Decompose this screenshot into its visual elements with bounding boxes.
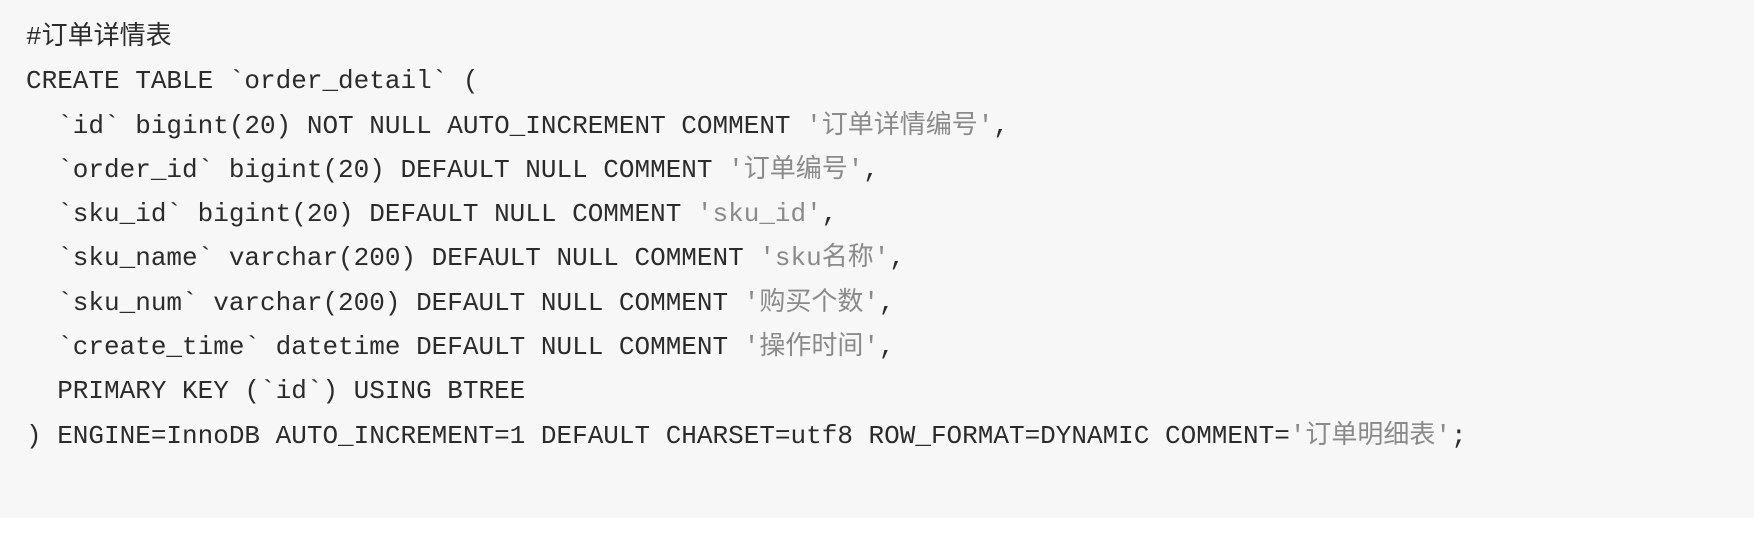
code-token: , [863, 154, 879, 185]
code-token: `order_id` bigint(20) DEFAULT NULL COMME… [26, 154, 729, 185]
code-token: `sku_id` bigint(20) DEFAULT NULL COMMENT [26, 199, 697, 230]
code-token: `create_time` datetime DEFAULT NULL COMM… [26, 332, 744, 363]
code-token: , [889, 243, 905, 274]
code-line: PRIMARY KEY (`id`) USING BTREE [26, 369, 1754, 413]
string-literal: '订单详情编号' [806, 110, 994, 141]
code-line: `id` bigint(20) NOT NULL AUTO_INCREMENT … [26, 104, 1754, 148]
code-token: `sku_name` varchar(200) DEFAULT NULL COM… [26, 243, 760, 274]
code-token: CREATE TABLE `order_detail` ( [26, 66, 479, 97]
code-token: ; [1451, 420, 1467, 451]
code-token: , [878, 332, 895, 363]
string-literal: 'sku_id' [696, 199, 822, 230]
code-line: CREATE TABLE `order_detail` ( [26, 59, 1754, 103]
code-token: , [993, 110, 1009, 141]
code-token: , [821, 199, 838, 230]
string-literal: 'sku名称' [759, 243, 890, 274]
code-token: PRIMARY KEY (`id`) USING BTREE [26, 376, 526, 407]
code-token: `sku_num` varchar(200) DEFAULT NULL COMM… [26, 287, 744, 318]
code-token: ) ENGINE=InnoDB AUTO_INCREMENT=1 DEFAULT… [26, 420, 1290, 451]
code-line: `sku_name` varchar(200) DEFAULT NULL COM… [26, 236, 1754, 280]
code-block: #订单详情表 CREATE TABLE `order_detail` ( `id`… [0, 0, 1754, 518]
code-line: #订单详情表 [26, 15, 1754, 59]
string-literal: '购买个数' [743, 287, 879, 318]
code-line: `sku_num` varchar(200) DEFAULT NULL COMM… [26, 281, 1754, 325]
code-token: `id` bigint(20) NOT NULL AUTO_INCREMENT … [26, 110, 807, 141]
code-token: , [878, 287, 895, 318]
code-line: ) ENGINE=InnoDB AUTO_INCREMENT=1 DEFAULT… [26, 414, 1754, 458]
code-token: #订单详情表 [26, 22, 172, 52]
code-line: `create_time` datetime DEFAULT NULL COMM… [26, 325, 1754, 369]
code-line: `sku_id` bigint(20) DEFAULT NULL COMMENT… [26, 192, 1754, 236]
string-literal: '订单明细表' [1289, 420, 1452, 451]
string-literal: '操作时间' [743, 332, 879, 363]
string-literal: '订单编号' [728, 154, 864, 185]
code-line: `order_id` bigint(20) DEFAULT NULL COMME… [26, 148, 1754, 192]
